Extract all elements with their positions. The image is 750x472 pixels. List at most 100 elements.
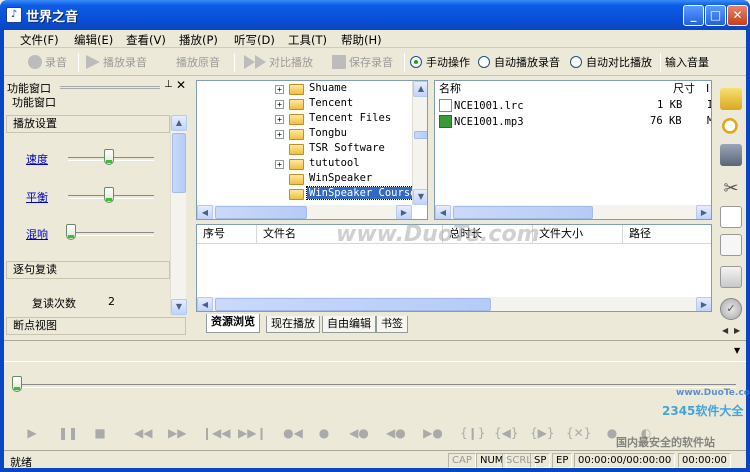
breakpoint-view-header[interactable]: 断点视图 <box>6 317 186 335</box>
tree-item[interactable]: + Shuame <box>197 82 411 97</box>
previous-icon[interactable]: ❙◀◀ <box>202 426 231 440</box>
record-button[interactable]: 录音 <box>28 54 67 70</box>
pause-icon[interactable]: ❚❚ <box>58 426 78 440</box>
scroll-right-icon[interactable]: ▶ <box>696 297 711 311</box>
repeat-sentence-icon[interactable]: ◀● <box>348 426 370 440</box>
bracket-prev-icon[interactable]: {◀} <box>494 426 519 440</box>
repeat-section-header[interactable]: 逐句复读 <box>6 261 170 279</box>
sentence-end-icon[interactable]: ◀● <box>386 426 406 440</box>
title-bar[interactable]: ♪ 世界之音 _ □ ✕ <box>0 0 750 30</box>
chevron-right-icon[interactable]: ▶ <box>734 326 740 335</box>
tree-item[interactable]: + Tencent Files <box>197 112 411 127</box>
menu-help[interactable]: 帮助(H) <box>341 32 382 48</box>
playback-settings-header[interactable]: 播放设置 <box>6 115 170 133</box>
expand-icon[interactable]: + <box>275 115 284 124</box>
auto-record-radio[interactable]: 自动播放录音 <box>478 54 560 70</box>
scroll-thumb[interactable] <box>215 298 491 311</box>
mix-label[interactable]: 混响 <box>26 226 48 242</box>
scroll-up-icon[interactable]: ▲ <box>413 81 427 97</box>
tab-resource-browse[interactable]: 资源浏览 <box>206 314 260 333</box>
speaker-icon[interactable]: ♪ <box>6 7 22 23</box>
playlist-hscroll[interactable]: ◀ ▶ <box>197 297 711 311</box>
menu-file[interactable]: 文件(F) <box>20 32 59 48</box>
chevron-left-icon[interactable]: ◀ <box>722 326 728 335</box>
auto-compare-radio[interactable]: 自动对比播放 <box>570 54 652 70</box>
menu-tools[interactable]: 工具(T) <box>288 32 327 48</box>
menu-play[interactable]: 播放(P) <box>179 32 218 48</box>
input-volume-button[interactable]: 输入音量 <box>665 54 709 70</box>
scroll-left-icon[interactable]: ◀ <box>197 297 213 311</box>
speed-slider[interactable] <box>104 149 114 165</box>
scroll-thumb[interactable] <box>215 206 307 219</box>
sentence-icon[interactable]: ● <box>316 426 332 440</box>
chevron-down-icon[interactable]: ▼ <box>734 346 740 355</box>
tree-item[interactable]: + Tongbu <box>197 127 411 142</box>
scroll-up-icon[interactable]: ▲ <box>171 115 187 131</box>
pin-icon[interactable]: ⊥ <box>164 79 173 90</box>
fast-forward-icon[interactable]: ▶▶ <box>168 426 186 440</box>
repeat-count-value[interactable]: 2 <box>108 295 115 308</box>
step-forward-sentence-icon[interactable]: ▶● <box>422 426 444 440</box>
scroll-down-icon[interactable]: ▼ <box>171 299 187 315</box>
bracket-mark-icon[interactable]: {✕} <box>566 426 591 440</box>
expand-icon[interactable]: + <box>275 100 284 109</box>
file-row[interactable]: NCE1001.lrc 1 KB I <box>439 99 711 114</box>
scroll-thumb[interactable] <box>453 206 593 219</box>
tree-item[interactable]: + tututool <box>197 157 411 172</box>
close-icon[interactable]: ✕ <box>176 78 186 92</box>
bracket-next-icon[interactable]: {▶} <box>530 426 555 440</box>
tree-item[interactable]: WinSpeaker Courses <box>197 186 426 202</box>
open-folder-icon[interactable] <box>720 88 742 110</box>
tree-item[interactable]: WinSpeaker <box>197 172 411 187</box>
close-button[interactable]: ✕ <box>727 5 748 26</box>
scroll-right-icon[interactable]: ▶ <box>396 205 412 219</box>
menu-view[interactable]: 查看(V) <box>126 32 166 48</box>
col-filesize-header[interactable]: 文件大小 <box>533 225 623 243</box>
tab-now-playing[interactable]: 现在播放 <box>266 316 320 333</box>
check-icon[interactable]: ✓ <box>720 298 742 320</box>
tree-item[interactable]: TSR Software <box>197 142 411 157</box>
compare-play-button[interactable]: 对比播放 <box>244 54 313 70</box>
position-slider[interactable] <box>12 376 22 392</box>
scroll-left-icon[interactable]: ◀ <box>197 205 213 219</box>
bracket-start-icon[interactable]: {❙} <box>460 426 485 440</box>
paste-icon[interactable] <box>720 234 742 256</box>
cut-icon[interactable]: ✂ <box>720 178 742 200</box>
col-size-header[interactable]: 尺寸 <box>673 81 703 97</box>
mix-slider[interactable] <box>66 224 76 240</box>
scroll-down-icon[interactable]: ▼ <box>413 189 427 205</box>
next-icon[interactable]: ▶▶❙ <box>238 426 267 440</box>
expand-icon[interactable]: + <box>275 160 284 169</box>
menu-dictation[interactable]: 听写(D) <box>234 32 275 48</box>
rewind-icon[interactable]: ◀◀ <box>134 426 152 440</box>
speed-label[interactable]: 速度 <box>26 151 48 167</box>
minimize-button[interactable]: _ <box>683 5 704 26</box>
col-type-header[interactable]: I <box>706 81 711 97</box>
save-recording-button[interactable]: 保存录音 <box>332 54 393 70</box>
col-path-header[interactable]: 路径 <box>623 225 711 243</box>
tab-free-edit[interactable]: 自由编辑 <box>322 316 376 333</box>
expand-icon[interactable]: + <box>275 85 284 94</box>
play-icon[interactable]: ▶ <box>24 426 40 440</box>
menu-edit[interactable]: 编辑(E) <box>74 32 113 48</box>
scroll-left-icon[interactable]: ◀ <box>435 205 451 219</box>
file-row[interactable]: NCE1001.mp3 76 KB M <box>439 115 711 130</box>
scroll-thumb[interactable] <box>414 131 427 139</box>
left-panel-scrollbar[interactable]: ▲ ▼ <box>170 115 187 315</box>
play-recording-button[interactable]: 播放录音 <box>86 54 147 70</box>
scroll-thumb[interactable] <box>172 133 186 193</box>
scroll-right-icon[interactable]: ▶ <box>696 205 711 219</box>
step-back-sentence-icon[interactable]: ●◀ <box>282 426 304 440</box>
col-name-header[interactable]: 名称 <box>439 81 639 97</box>
balance-label[interactable]: 平衡 <box>26 189 48 205</box>
manual-mode-radio[interactable]: 手动操作 <box>410 54 470 70</box>
search-icon[interactable] <box>720 116 742 138</box>
col-index-header[interactable]: 序号 <box>197 225 257 243</box>
save-icon[interactable] <box>720 144 742 166</box>
stop-icon[interactable]: ■ <box>92 426 108 440</box>
expand-icon[interactable]: + <box>275 130 284 139</box>
print-icon[interactable] <box>720 266 742 288</box>
filelist-hscroll[interactable]: ◀ ▶ <box>435 205 711 219</box>
maximize-button[interactable]: □ <box>705 5 726 26</box>
tree-vscroll[interactable]: ▲ ▼ <box>412 81 427 205</box>
